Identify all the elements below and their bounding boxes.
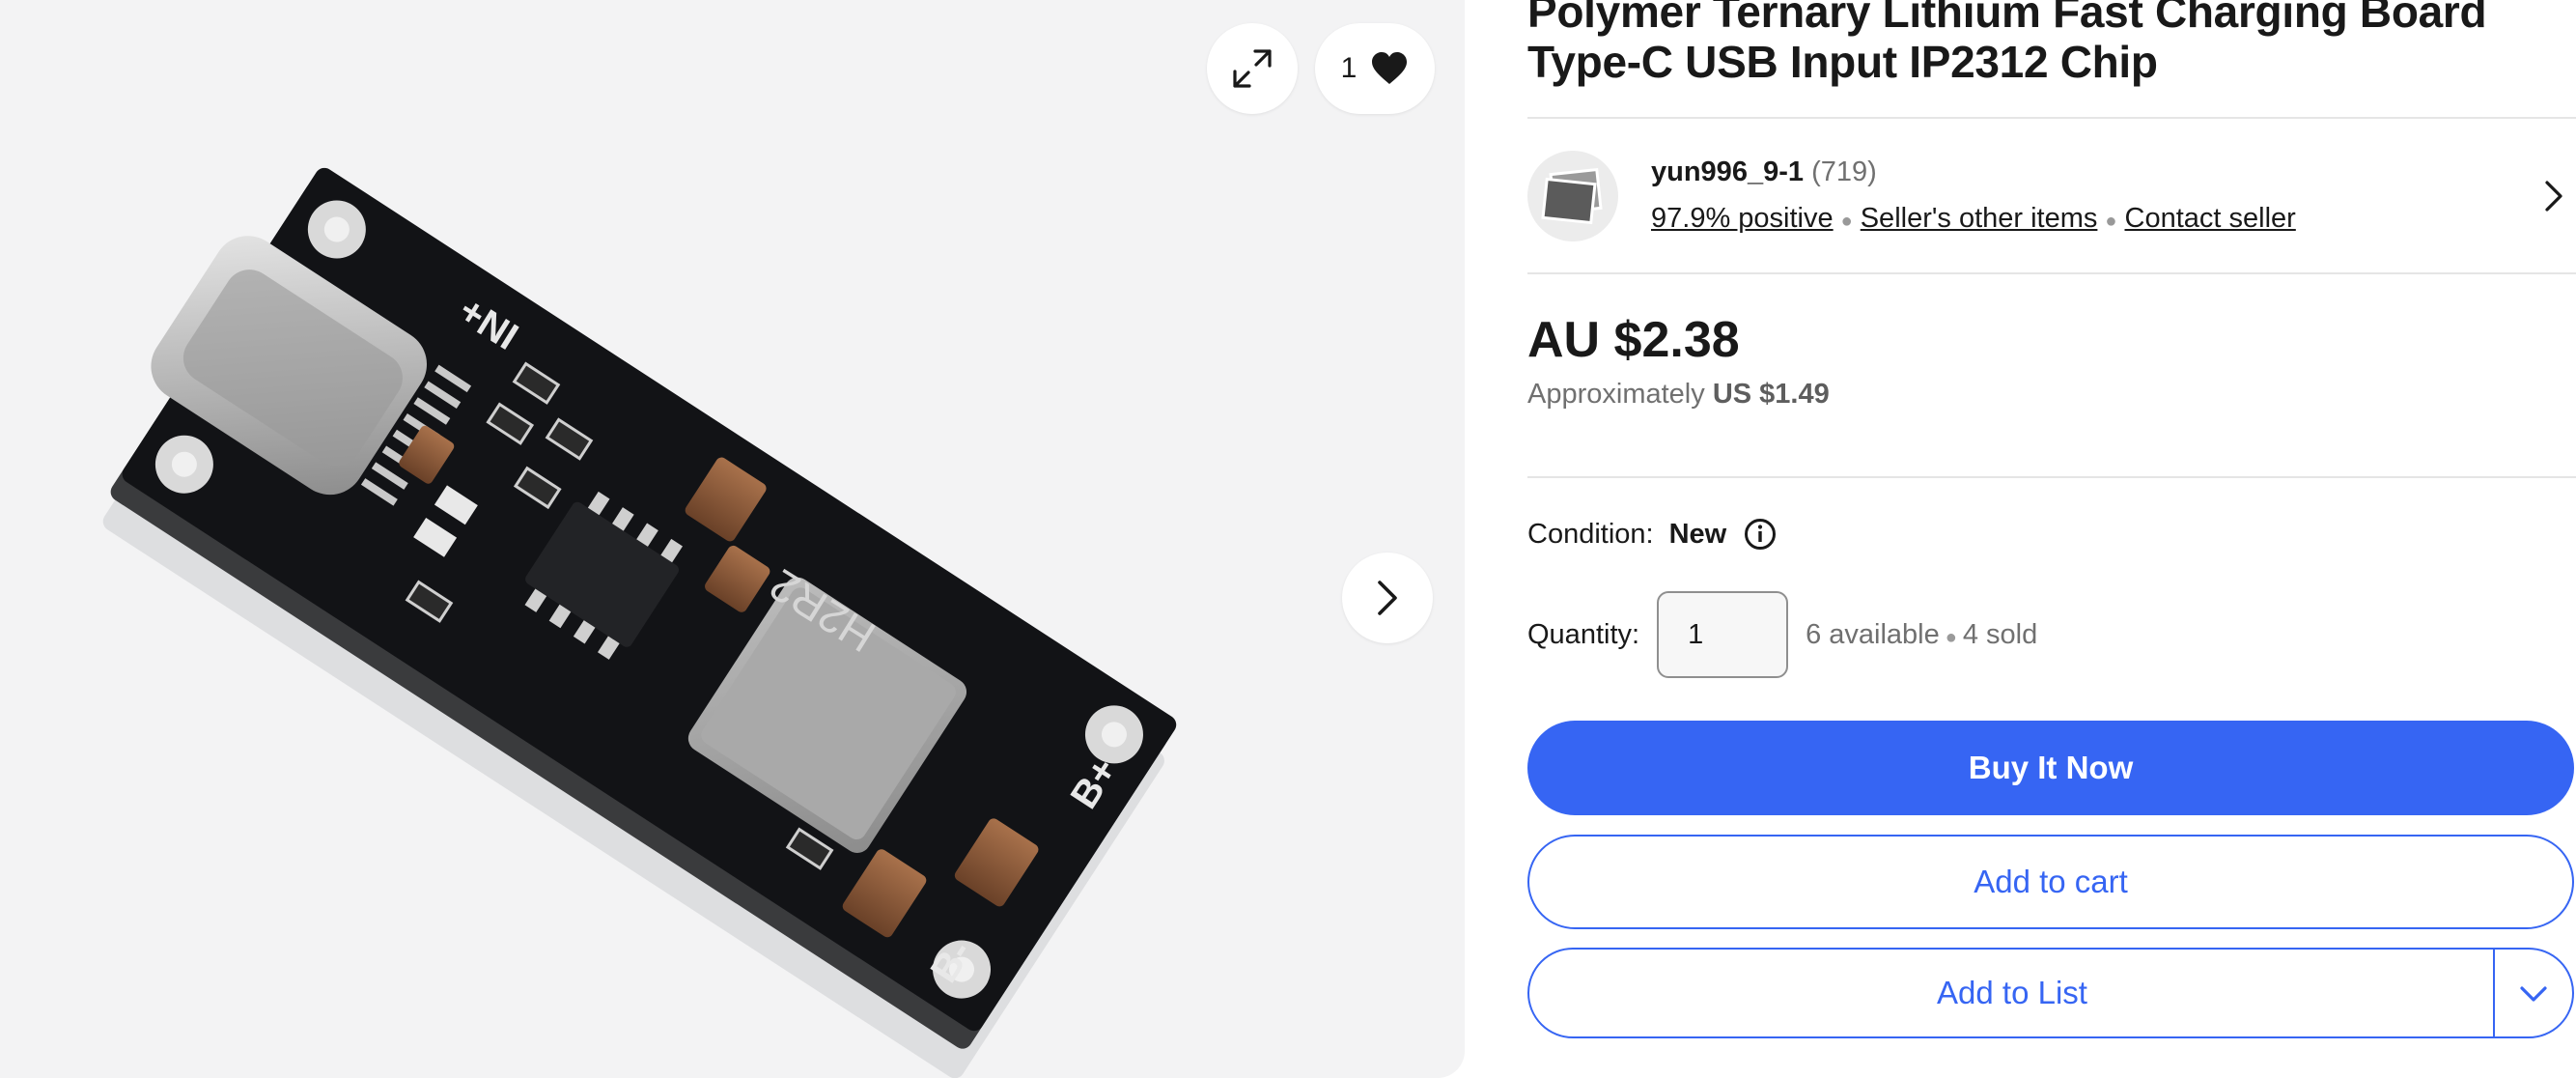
listing-title: Polymer Ternary Lithium Fast Charging Bo…: [1527, 0, 2487, 87]
separator-dot: ●: [2105, 211, 2117, 232]
availability: 6 available ● 4 sold: [1806, 619, 2037, 651]
chevron-right-icon[interactable]: [2539, 180, 2568, 213]
watch-count: 1: [1340, 52, 1358, 84]
button-split-divider: [2493, 950, 2495, 1036]
quantity-label: Quantity:: [1527, 618, 1640, 650]
seller-feedback-count: (719): [1811, 156, 1877, 187]
price: AU $2.38: [1527, 312, 1740, 368]
approx-price: Approximately US $1.49: [1527, 379, 1830, 411]
divider: [1527, 476, 2576, 478]
approx-price-value: US $1.49: [1712, 379, 1830, 410]
add-to-list-button[interactable]: Add to List: [1527, 948, 2574, 1038]
listing-details: Polymer Ternary Lithium Fast Charging Bo…: [1527, 0, 2576, 1078]
seller-name-row: yun996_9-1 (719): [1651, 156, 1877, 188]
buy-it-now-button[interactable]: Buy It Now: [1527, 721, 2574, 815]
approx-price-label: Approximately: [1527, 379, 1705, 410]
info-icon[interactable]: [1744, 518, 1777, 551]
condition-label: Condition:: [1527, 518, 1654, 550]
add-to-list-label: Add to List: [1937, 975, 2087, 1010]
seller-other-items-link[interactable]: Seller's other items: [1861, 203, 2098, 234]
image-gallery[interactable]: IN+ B+ B- H2R2 1: [0, 0, 1465, 1078]
heart-icon: [1372, 52, 1408, 84]
product-image: IN+ B+ B- H2R2: [102, 167, 1177, 1078]
seller-links: 97.9% positive ● Seller's other items ● Cont…: [1651, 203, 2296, 235]
chevron-right-icon: [1378, 581, 1397, 615]
sold-count: 4 sold: [1962, 618, 2038, 650]
expand-icon: [1233, 49, 1272, 88]
available-count: 6 available: [1806, 618, 1940, 650]
seller-avatar[interactable]: [1527, 151, 1618, 241]
watch-button[interactable]: 1: [1315, 23, 1435, 114]
seller-avatar-image-icon: [1541, 167, 1603, 225]
condition-row: Condition: New: [1527, 518, 1777, 551]
quantity-row: Quantity: 6 available●4 sold: [1527, 589, 2037, 680]
divider: [1527, 117, 2576, 119]
divider: [1527, 272, 2576, 274]
expand-image-button[interactable]: [1207, 23, 1298, 114]
seller-card[interactable]: yun996_9-1 (719) 97.9% positive ● Seller's…: [1527, 151, 2576, 241]
chevron-down-icon[interactable]: [2518, 982, 2549, 1006]
separator-dot: ●: [1945, 626, 1957, 648]
contact-seller-link[interactable]: Contact seller: [2125, 203, 2296, 234]
next-image-button[interactable]: [1342, 553, 1433, 643]
separator-dot: ●: [1840, 211, 1853, 232]
seller-name[interactable]: yun996_9-1: [1651, 156, 1804, 187]
seller-positive-link[interactable]: 97.9% positive: [1651, 203, 1834, 234]
condition-value: New: [1668, 518, 1727, 550]
quantity-input[interactable]: [1657, 591, 1789, 678]
add-to-cart-button[interactable]: Add to cart: [1527, 835, 2574, 929]
